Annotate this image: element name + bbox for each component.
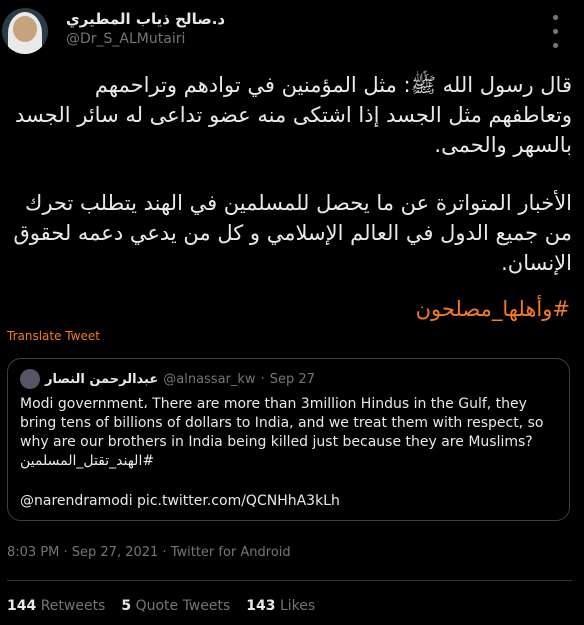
author-block[interactable]: د.صالح ذياب المطيري @Dr_S_ALMutairi <box>66 9 524 47</box>
ellipsis-icon[interactable]: • • • <box>544 10 568 56</box>
retweets-label: Retweets <box>40 598 106 614</box>
tweet-paragraph-1: قال رسول الله ﷺ: مثل المؤمنين في توادهم … <box>15 73 572 157</box>
author-avatar[interactable] <box>2 8 48 54</box>
tweet-meta: 8:03 PM · Sep 27, 2021 · Twitter for And… <box>7 545 291 560</box>
quote-tweets-stat[interactable]: 5 Quote Tweets <box>121 598 230 614</box>
separator-dot: · <box>260 371 265 387</box>
author-handle[interactable]: @Dr_S_ALMutairi <box>66 31 524 47</box>
translate-tweet-link[interactable]: Translate Tweet <box>7 329 100 343</box>
quoted-author-name: عبدالرحمن النصار <box>45 371 159 387</box>
retweets-count: 144 <box>7 598 37 614</box>
quoted-links[interactable]: @narendramodi pic.twitter.com/QCNHhA3kLh <box>20 492 559 511</box>
likes-count: 143 <box>246 598 276 614</box>
author-name[interactable]: د.صالح ذياب المطيري <box>66 10 225 28</box>
quoted-avatar <box>20 369 40 389</box>
tweet-text: قال رسول الله ﷺ: مثل المؤمنين في توادهم … <box>12 70 573 306</box>
quoted-tweet[interactable]: عبدالرحمن النصار @alnassar_kw · Sep 27 M… <box>7 358 570 521</box>
tweet-hashtag[interactable]: #وأهلها_مصلحون <box>416 297 570 321</box>
likes-stat[interactable]: 143 Likes <box>246 598 315 614</box>
divider <box>7 580 572 581</box>
quoted-tweet-body: Modi government، There are more than 3mi… <box>20 395 559 511</box>
avatar-face <box>13 16 37 42</box>
tweet-stats: 144 Retweets 5 Quote Tweets 143 Likes <box>7 598 315 614</box>
quoted-tweet-text: Modi government، There are more than 3mi… <box>20 396 544 450</box>
quoted-hashtag[interactable]: #الهند_تقتل_المسلمين <box>20 452 559 471</box>
quote-tweets-label: Quote Tweets <box>135 598 231 614</box>
quoted-date: Sep 27 <box>269 371 315 387</box>
tweet-paragraph-2: الأخبار المتواترة عن ما يحصل للمسلمين في… <box>13 191 573 275</box>
likes-label: Likes <box>279 598 316 614</box>
quoted-tweet-header: عبدالرحمن النصار @alnassar_kw · Sep 27 <box>20 369 315 389</box>
quoted-author-handle: @alnassar_kw <box>163 371 256 387</box>
quote-tweets-count: 5 <box>121 598 132 614</box>
retweets-stat[interactable]: 144 Retweets <box>7 598 105 614</box>
